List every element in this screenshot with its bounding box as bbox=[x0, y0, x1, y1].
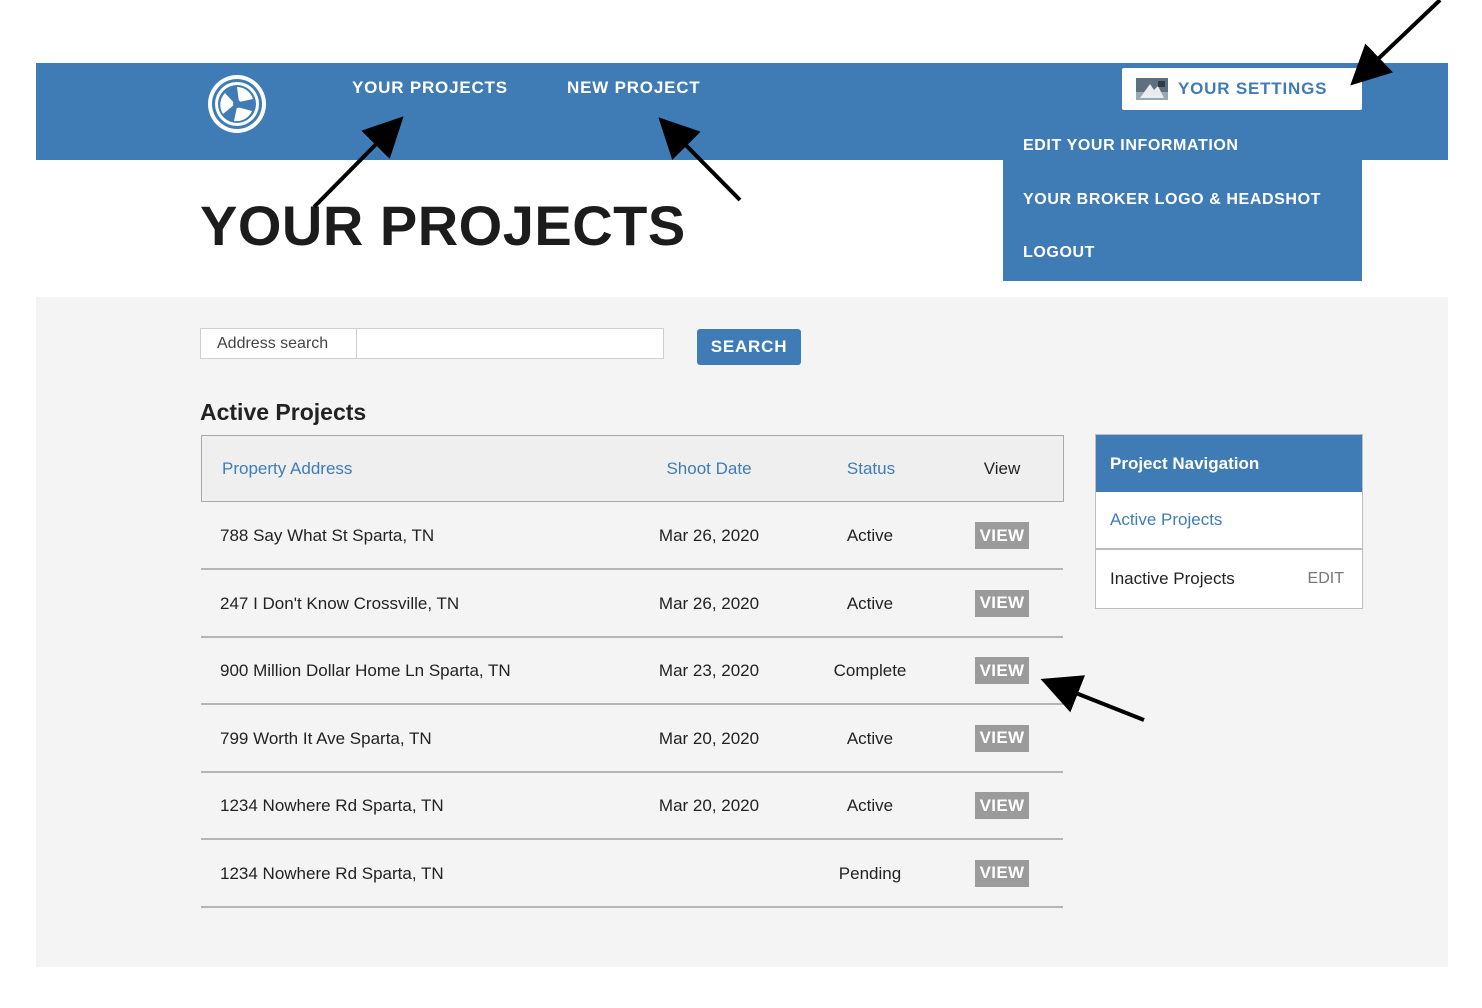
search-button[interactable]: SEARCH bbox=[697, 329, 801, 365]
broker-avatar-icon bbox=[1136, 78, 1168, 100]
column-status[interactable]: Status bbox=[811, 436, 931, 501]
side-nav-inactive-label: Inactive Projects bbox=[1110, 569, 1235, 588]
row-status: Active bbox=[846, 728, 894, 748]
row-address: 900 Million Dollar Home Ln Sparta, TN bbox=[220, 661, 511, 680]
row-address: 1234 Nowhere Rd Sparta, TN bbox=[220, 796, 444, 815]
address-search-input[interactable] bbox=[358, 329, 663, 358]
table-row: 1234 Nowhere Rd Sparta, TN Mar 20, 2020 Ac… bbox=[201, 773, 1063, 840]
view-button[interactable]: VIEW bbox=[975, 522, 1029, 549]
nav-new-project[interactable]: NEW PROJECT bbox=[567, 78, 700, 98]
address-search-box: Address search bbox=[200, 328, 664, 359]
side-nav-inactive-projects[interactable]: Inactive Projects EDIT bbox=[1096, 551, 1362, 609]
page-title: YOUR PROJECTS bbox=[200, 194, 686, 257]
your-settings-button[interactable]: YOUR SETTINGS bbox=[1122, 68, 1362, 110]
menu-item-broker-logo-headshot[interactable]: YOUR BROKER LOGO & HEADSHOT bbox=[1023, 191, 1321, 209]
row-status: Active bbox=[846, 526, 894, 545]
project-navigation-title: Project Navigation bbox=[1096, 435, 1362, 492]
company-logo-icon[interactable] bbox=[206, 73, 268, 135]
row-shoot-date: Mar 20, 2020 bbox=[658, 728, 760, 748]
row-address: 788 Say What St Sparta, TN bbox=[220, 526, 435, 545]
view-button[interactable]: VIEW bbox=[975, 657, 1029, 684]
table-row: 788 Say What St Sparta, TN Mar 26, 2020 Ac… bbox=[201, 503, 1063, 570]
table-row: 900 Million Dollar Home Ln Sparta, TN Mar… bbox=[201, 638, 1063, 705]
row-status: Complete bbox=[833, 661, 907, 680]
column-property-address[interactable]: Property Address bbox=[222, 436, 352, 501]
side-nav-active-projects[interactable]: Active Projects bbox=[1096, 492, 1362, 550]
row-address: 1234 Nowhere Rd Sparta, TN bbox=[220, 863, 444, 883]
row-shoot-date: Mar 20, 2020 bbox=[658, 796, 760, 815]
your-settings-label: YOUR SETTINGS bbox=[1178, 79, 1328, 98]
menu-item-logout[interactable]: LOGOUT bbox=[1023, 244, 1095, 262]
row-shoot-date: Mar 23, 2020 bbox=[658, 661, 760, 680]
row-address: 799 Worth It Ave Sparta, TN bbox=[220, 728, 432, 748]
view-button[interactable]: VIEW bbox=[975, 724, 1029, 752]
projects-table-header: Property Address Shoot Date Status View bbox=[201, 435, 1064, 502]
row-shoot-date: Mar 26, 2020 bbox=[658, 593, 760, 613]
menu-item-edit-information[interactable]: EDIT YOUR INFORMATION bbox=[1023, 137, 1239, 155]
table-row: 799 Worth It Ave Sparta, TN Mar 20, 2020 A… bbox=[201, 706, 1063, 773]
view-button[interactable]: VIEW bbox=[975, 859, 1029, 887]
table-row: 1234 Nowhere Rd Sparta, TN Pending VIEW bbox=[201, 841, 1063, 908]
active-projects-title: Active Projects bbox=[200, 399, 367, 425]
table-row: 247 I Don't Know Crossville, TN Mar 26, 2… bbox=[201, 571, 1063, 638]
settings-dropdown-menu: EDIT YOUR INFORMATION YOUR BROKER LOGO &… bbox=[1003, 118, 1362, 281]
column-view: View bbox=[983, 459, 1021, 478]
row-status: Pending bbox=[838, 863, 902, 883]
row-shoot-date: Mar 26, 2020 bbox=[658, 526, 760, 545]
side-nav-edit-link[interactable]: EDIT bbox=[1308, 551, 1344, 607]
row-status: Active bbox=[846, 796, 894, 815]
column-shoot-date[interactable]: Shoot Date bbox=[649, 436, 769, 501]
address-search-label: Address search bbox=[201, 329, 357, 358]
view-button[interactable]: VIEW bbox=[975, 589, 1029, 617]
nav-your-projects[interactable]: YOUR PROJECTS bbox=[352, 78, 508, 98]
view-button[interactable]: VIEW bbox=[975, 792, 1029, 819]
row-address: 247 I Don't Know Crossville, TN bbox=[220, 593, 460, 613]
project-navigation-panel: Project Navigation Active Projects Inact… bbox=[1095, 434, 1363, 609]
row-status: Active bbox=[846, 593, 894, 613]
